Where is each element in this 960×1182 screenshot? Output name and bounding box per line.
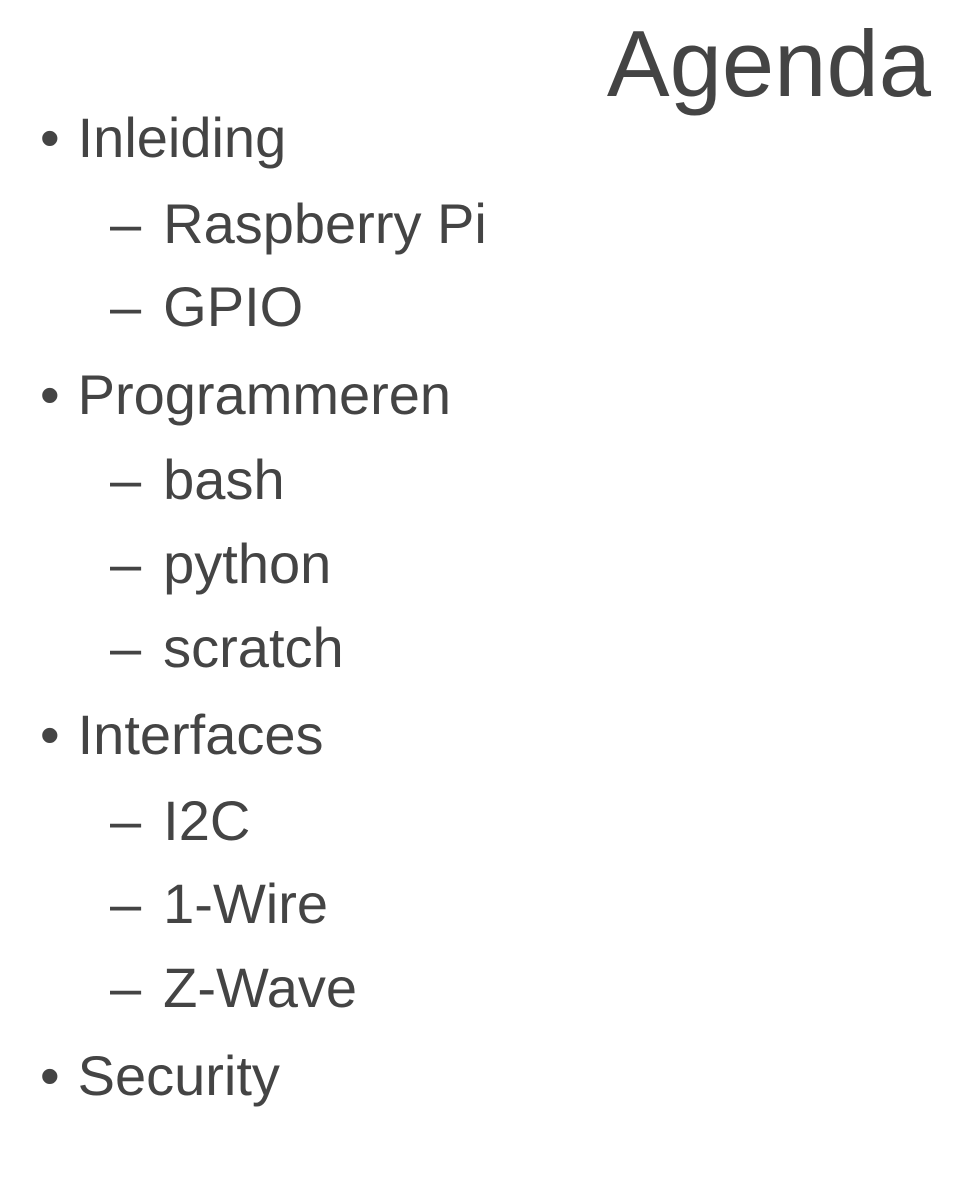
bullet-icon: • [40,1048,60,1104]
bullet-label: Interfaces [78,697,324,773]
section-interfaces: • Interfaces – I2C – 1-Wire – Z-Wave [40,697,487,1025]
dash-icon: – [110,196,141,252]
sub-label: scratch [163,610,344,686]
bullet-item: • Security [40,1038,487,1114]
dash-icon: – [110,876,141,932]
bullet-label: Inleiding [78,100,287,176]
dash-icon: – [110,452,141,508]
section-programmeren: • Programmeren – bash – python – scratch [40,357,487,685]
dash-icon: – [110,536,141,592]
slide-title: Agenda [607,10,931,118]
bullet-label: Security [78,1038,280,1114]
sub-item: – Raspberry Pi [110,186,487,262]
sub-item: – python [110,526,487,602]
sub-item: – I2C [110,783,487,859]
agenda-content: • Inleiding – Raspberry Pi – GPIO • Prog… [40,100,487,1125]
sub-label: I2C [163,783,250,859]
bullet-icon: • [40,110,60,166]
sub-item: – Z-Wave [110,950,487,1026]
bullet-item: • Interfaces [40,697,487,773]
sub-label: Raspberry Pi [163,186,487,262]
bullet-item: • Inleiding [40,100,487,176]
dash-icon: – [110,620,141,676]
dash-icon: – [110,279,141,335]
sub-label: python [163,526,331,602]
bullet-label: Programmeren [78,357,451,433]
bullet-icon: • [40,707,60,763]
bullet-item: • Programmeren [40,357,487,433]
sub-item: – scratch [110,610,487,686]
dash-icon: – [110,960,141,1016]
sub-label: bash [163,442,284,518]
sub-label: 1-Wire [163,866,328,942]
section-inleiding: • Inleiding – Raspberry Pi – GPIO [40,100,487,345]
sub-label: Z-Wave [163,950,357,1026]
sub-label: GPIO [163,269,303,345]
sub-item: – bash [110,442,487,518]
sub-item: – 1-Wire [110,866,487,942]
sub-item: – GPIO [110,269,487,345]
dash-icon: – [110,793,141,849]
section-security: • Security [40,1038,487,1114]
bullet-icon: • [40,367,60,423]
